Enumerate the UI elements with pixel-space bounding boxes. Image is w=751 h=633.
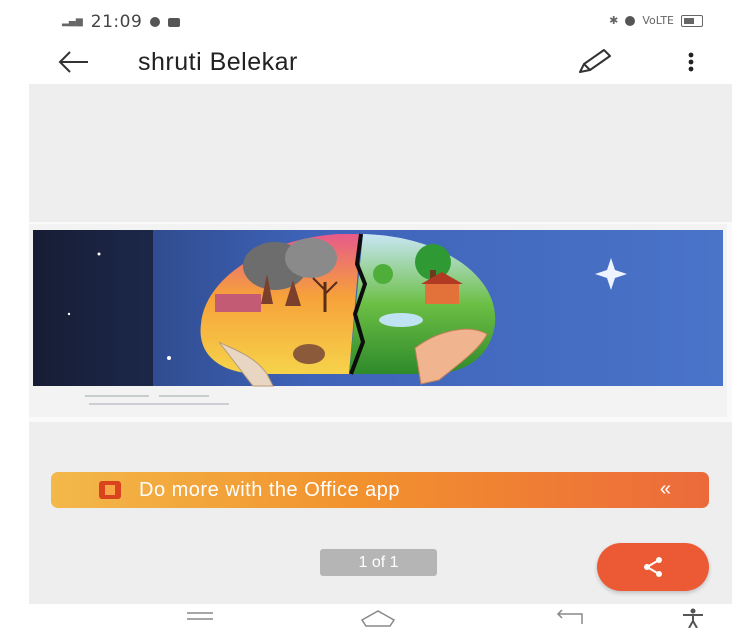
- page-counter: 1 of 1: [320, 549, 437, 576]
- back-icon: [556, 609, 583, 624]
- office-promo-banner[interactable]: Do more with the Office app «: [51, 472, 709, 508]
- status-bar: ▂▄▆ 21:09 ✱ VoLTE: [0, 0, 751, 40]
- document-title: shruti Belekar: [138, 48, 298, 76]
- office-banner-text: Do more with the Office app: [139, 479, 401, 501]
- app-bar: shruti Belekar: [0, 40, 751, 84]
- nav-accessibility-button[interactable]: [680, 608, 706, 633]
- status-time: 21:09: [90, 12, 143, 32]
- signal-icon: ▂▄▆: [62, 16, 83, 27]
- edit-button[interactable]: [574, 46, 614, 78]
- office-logo-icon: [99, 481, 121, 499]
- share-button[interactable]: [597, 543, 709, 591]
- nav-home-button[interactable]: [358, 608, 398, 633]
- alarm-icon: [625, 15, 636, 26]
- nav-back-button[interactable]: [552, 608, 588, 633]
- system-nav-bar: [0, 604, 751, 629]
- bluetooth-icon: ✱: [609, 14, 619, 27]
- menu-icon: [187, 612, 213, 620]
- pencil-icon: [579, 49, 611, 73]
- home-icon: [360, 610, 396, 627]
- more-options-button[interactable]: [680, 46, 702, 78]
- share-icon: [644, 557, 662, 577]
- nav-menu-button[interactable]: [185, 608, 215, 631]
- battery-icon: [681, 14, 703, 27]
- more-vertical-icon: [688, 52, 694, 72]
- artwork-image: [29, 224, 727, 417]
- network-label: VoLTE: [642, 14, 674, 27]
- accessibility-icon: [683, 608, 703, 629]
- status-left: ▂▄▆ 21:09: [62, 12, 181, 32]
- chevron-double-left-icon[interactable]: «: [660, 478, 671, 501]
- message-icon: [168, 17, 181, 27]
- arrow-left-icon: [58, 51, 88, 73]
- back-button[interactable]: [56, 46, 92, 78]
- status-right: ✱ VoLTE: [609, 14, 703, 27]
- document-viewer[interactable]: Do more with the Office app « 1 of 1: [29, 84, 732, 604]
- notification-icon: [150, 17, 161, 27]
